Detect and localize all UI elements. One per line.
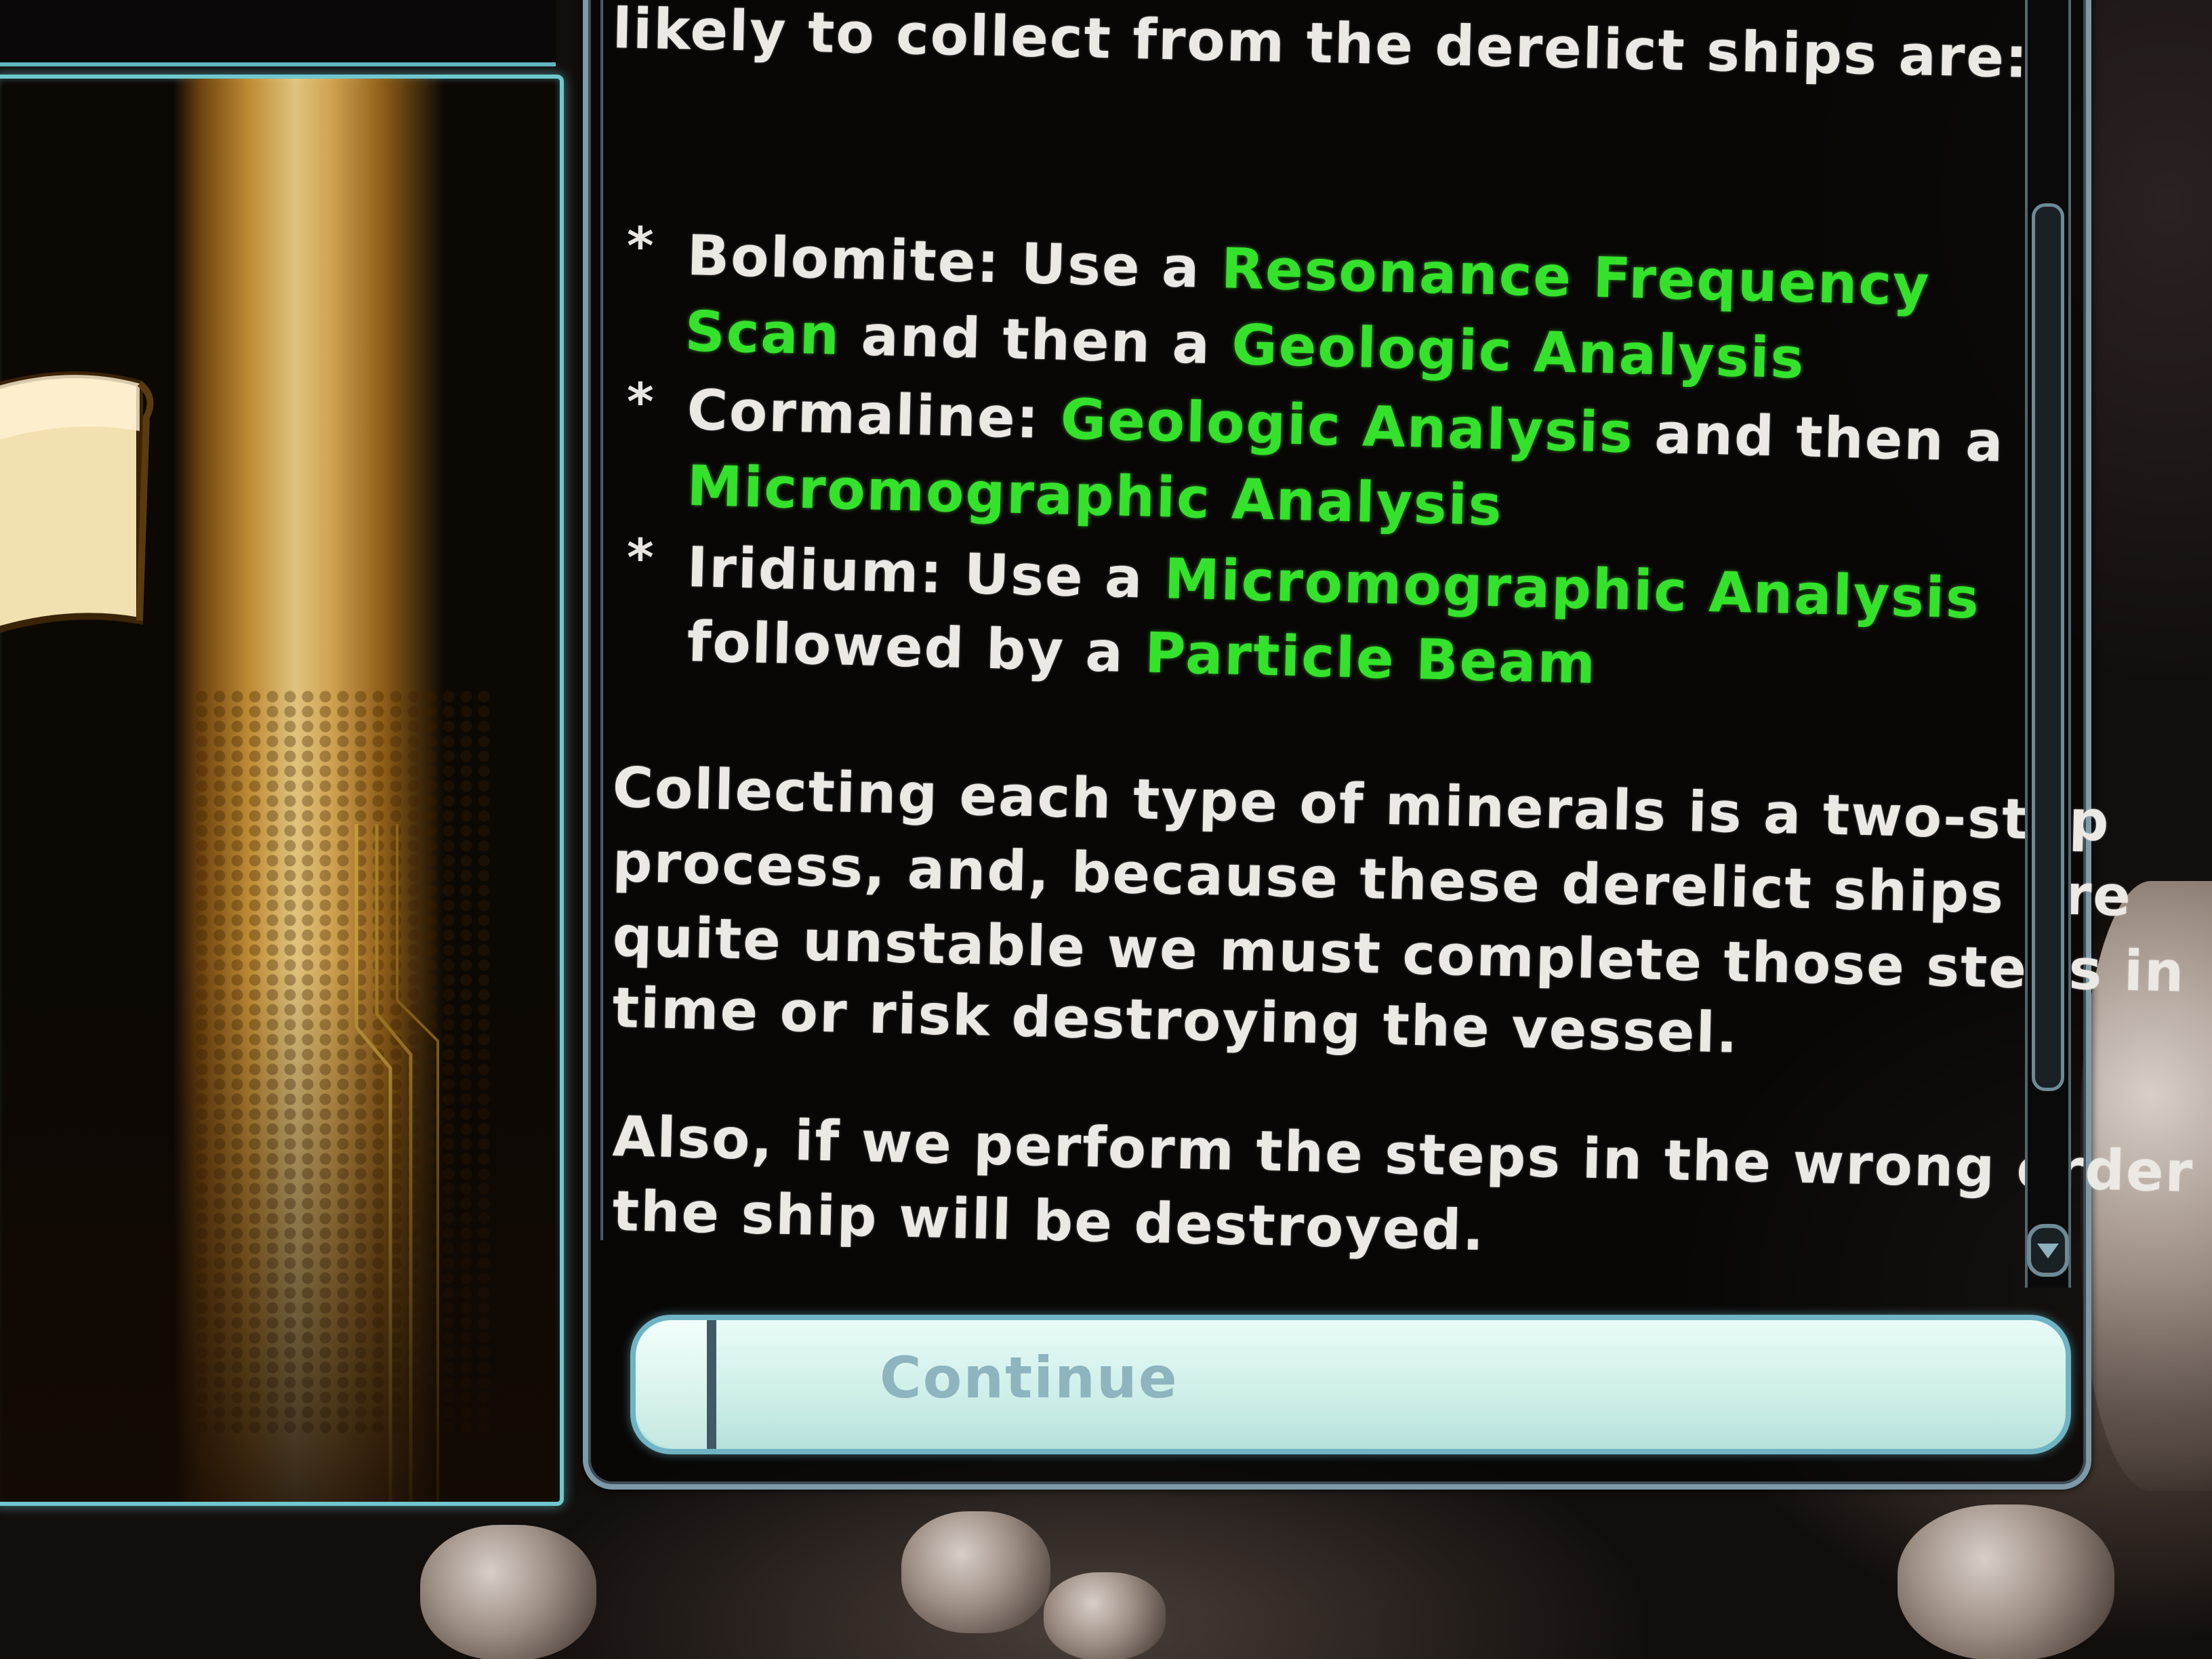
portrait-top-strip <box>0 0 556 66</box>
continue-button-label: Continue <box>880 1345 1179 1411</box>
portrait-shadow <box>0 960 560 1502</box>
continue-button[interactable]: Continue <box>630 1315 2071 1454</box>
character-portrait-panel <box>0 75 564 1506</box>
asteroid-rock <box>901 1511 1050 1633</box>
bullet-star: * <box>627 527 654 588</box>
scroll-icon <box>0 371 154 633</box>
bullet-star: * <box>627 371 654 432</box>
highlight-term: Scan <box>684 300 842 368</box>
dialog-scrollbar-thumb[interactable] <box>2032 203 2064 1091</box>
mission-dialog <box>583 0 2091 1490</box>
asteroid-rock <box>1044 1572 1166 1659</box>
bullet-star: * <box>627 216 654 276</box>
scroll-down-arrow-icon[interactable] <box>2026 1223 2070 1277</box>
highlight-term: Particle Beam <box>1144 621 1598 697</box>
game-screen: likely to collect from the derelict ship… <box>0 0 2212 1659</box>
asteroid-rock <box>420 1525 596 1659</box>
continue-button-cap <box>636 1320 716 1449</box>
asteroid-rock <box>1898 1504 2114 1659</box>
